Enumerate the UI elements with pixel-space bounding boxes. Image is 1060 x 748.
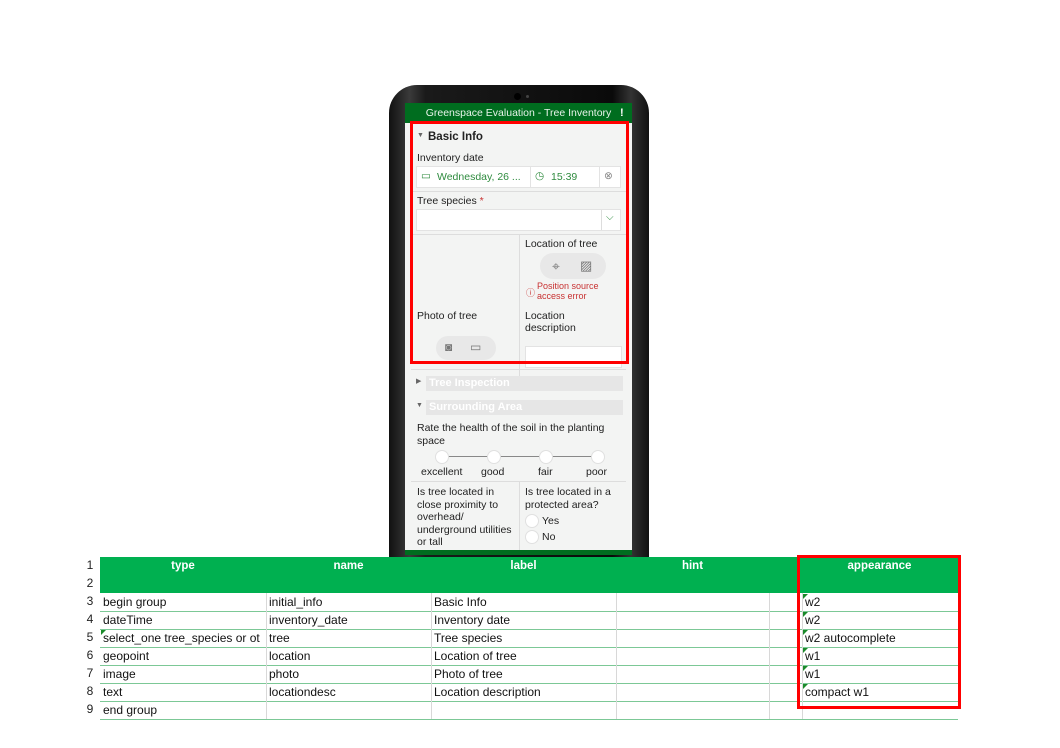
column-divider bbox=[616, 593, 617, 719]
likert-option-excellent[interactable] bbox=[435, 450, 449, 464]
caret-right-icon: ▶ bbox=[416, 378, 422, 385]
group-surrounding-area-toggle[interactable]: ▼ Surrounding Area bbox=[411, 399, 626, 416]
divider bbox=[411, 369, 626, 370]
likert-label: fair bbox=[538, 466, 553, 478]
header-name[interactable]: name bbox=[266, 557, 431, 575]
cell-label[interactable]: Location of tree bbox=[434, 647, 615, 665]
sensor-icon bbox=[526, 95, 529, 98]
cell-type[interactable]: end group bbox=[103, 701, 265, 719]
likert-label: excellent bbox=[421, 466, 463, 478]
cell-name[interactable]: initial_info bbox=[269, 593, 430, 611]
divider bbox=[519, 481, 520, 551]
row-number[interactable]: 9 bbox=[80, 702, 100, 716]
likert-option-good[interactable] bbox=[487, 450, 501, 464]
cell-name[interactable]: location bbox=[269, 647, 430, 665]
cell-name[interactable]: locationdesc bbox=[269, 683, 430, 701]
app-title: Greenspace Evaluation - Tree Inventory bbox=[425, 107, 612, 119]
cell-name[interactable]: inventory_date bbox=[269, 611, 430, 629]
group-title: Surrounding Area bbox=[426, 400, 623, 415]
column-divider bbox=[431, 593, 432, 719]
comment-indicator-icon bbox=[101, 630, 106, 635]
row-number[interactable]: 6 bbox=[80, 648, 100, 662]
caret-down-icon: ▼ bbox=[416, 402, 423, 409]
radio-yes-label: Yes bbox=[542, 515, 560, 527]
cell-label[interactable]: Photo of tree bbox=[434, 665, 615, 683]
cell-type[interactable]: geopoint bbox=[103, 647, 265, 665]
likert-option-fair[interactable] bbox=[539, 450, 553, 464]
row-number[interactable]: 1 bbox=[80, 558, 100, 572]
likert-label: good bbox=[481, 466, 505, 478]
highlight-box-form bbox=[410, 121, 629, 364]
cell-type[interactable]: begin group bbox=[103, 593, 265, 611]
cell-type[interactable]: select_one tree_species or ot bbox=[103, 629, 265, 647]
soil-health-label: Rate the health of the soil in the plant… bbox=[417, 422, 605, 447]
group-title: Tree Inspection bbox=[426, 376, 623, 391]
row-number[interactable]: 4 bbox=[80, 612, 100, 626]
cell-label[interactable]: Location description bbox=[434, 683, 615, 701]
radio-no-label: No bbox=[542, 531, 556, 543]
radio-no[interactable] bbox=[525, 530, 539, 544]
likert-label: poor bbox=[586, 466, 608, 478]
header-type[interactable]: type bbox=[100, 557, 266, 575]
radio-yes[interactable] bbox=[525, 514, 539, 528]
cell-type[interactable]: image bbox=[103, 665, 265, 683]
header-hint[interactable]: hint bbox=[616, 557, 769, 575]
cell-type[interactable]: dateTime bbox=[103, 611, 265, 629]
camera-icon bbox=[514, 93, 521, 100]
row-number[interactable]: 8 bbox=[80, 684, 100, 698]
signal-alert-icon[interactable]: ! bbox=[620, 107, 624, 119]
protected-label: Is tree located in a protected area? bbox=[525, 486, 611, 511]
header-label[interactable]: label bbox=[431, 557, 616, 575]
cell-label[interactable]: Inventory date bbox=[434, 611, 615, 629]
row-number[interactable]: 3 bbox=[80, 594, 100, 608]
app-bar: Greenspace Evaluation - Tree Inventory bbox=[405, 103, 632, 123]
row-number[interactable]: 7 bbox=[80, 666, 100, 680]
proximity-label: Is tree located in close proximity to ov… bbox=[417, 486, 512, 548]
likert-track bbox=[447, 456, 603, 457]
cell-type[interactable]: text bbox=[103, 683, 265, 701]
column-divider bbox=[769, 593, 770, 719]
row-divider bbox=[100, 719, 958, 720]
column-divider bbox=[266, 593, 267, 719]
cell-name[interactable]: tree bbox=[269, 629, 430, 647]
row-number[interactable]: 5 bbox=[80, 630, 100, 644]
row-number[interactable]: 2 bbox=[80, 576, 100, 590]
cell-label[interactable]: Basic Info bbox=[434, 593, 615, 611]
likert-option-poor[interactable] bbox=[591, 450, 605, 464]
highlight-box-appearance bbox=[797, 555, 961, 709]
cell-label[interactable]: Tree species bbox=[434, 629, 615, 647]
cell-name[interactable]: photo bbox=[269, 665, 430, 683]
group-tree-inspection-toggle[interactable]: ▶ Tree Inspection bbox=[411, 375, 626, 392]
